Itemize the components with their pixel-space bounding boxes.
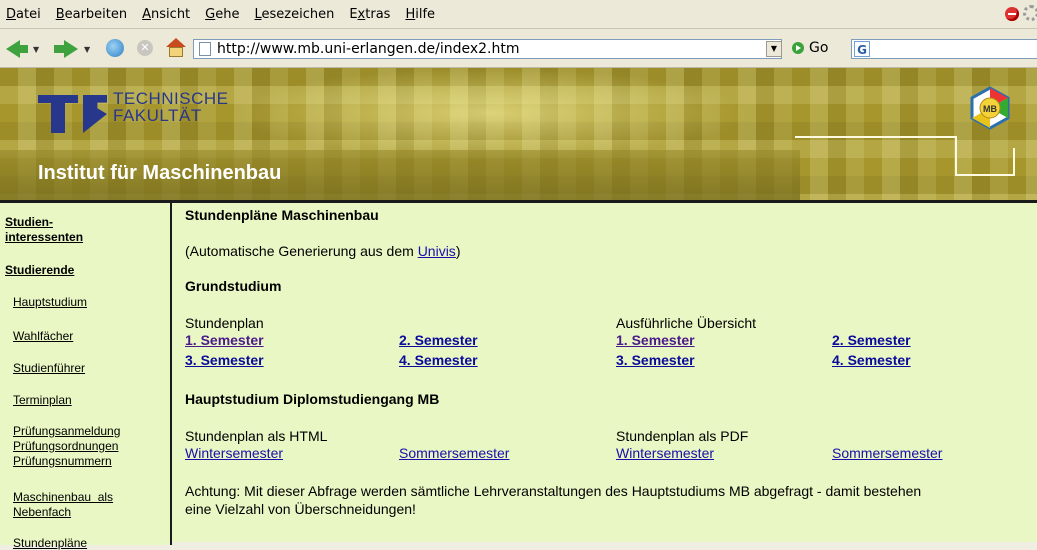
pdf-sommersemester-link[interactable]: Sommersemester [832,445,942,461]
sidebar-item-pruefungsnummern[interactable]: Prüfungsnummern [13,454,112,468]
address-dropdown-icon[interactable]: ▼ [766,41,782,57]
stundenplan-semester-4-link[interactable]: 4. Semester [399,352,478,368]
html-wintersemester-link[interactable]: Wintersemester [185,445,283,461]
uebersicht-label: Ausführliche Übersicht [616,315,757,331]
google-search-icon[interactable]: G [854,41,870,57]
sidebar-item-nebenfach-1[interactable]: Maschinenbau als [13,490,113,504]
uebersicht-semester-3-link[interactable]: 3. Semester [616,352,695,368]
hauptstudium-heading: Hauptstudium Diplomstudiengang MB [185,391,440,407]
address-bar[interactable]: http://www.mb.uni-erlangen.de/index2.htm [193,39,782,59]
banner-line [795,136,955,138]
navigation-toolbar: ▼ ▼ ✕ http://www.mb.uni-erlangen.de/inde… [0,29,1037,68]
grundstudium-heading: Grundstudium [185,278,282,294]
go-label: Go [809,40,829,56]
url-text[interactable]: http://www.mb.uni-erlangen.de/index2.htm [217,41,519,57]
generation-note-prefix: (Automatische Generierung aus dem [185,243,418,259]
sidebar-item-studieninteressenten-1[interactable]: Studien- [5,215,53,229]
search-box[interactable]: G [851,39,1037,59]
menu-datei[interactable]: Datei [0,7,50,22]
stundenplan-semester-3-link[interactable]: 3. Semester [185,352,264,368]
menu-lesezeichen[interactable]: Lesezeichen [248,7,343,22]
menu-bearbeiten[interactable]: Bearbeiten [50,7,136,22]
banner-line [955,174,1015,176]
menu-gehe[interactable]: Gehe [199,7,248,22]
page-title: Stundenpläne Maschinenbau [185,207,379,223]
logo-line-1: TECHNISCHE [113,89,229,108]
back-button[interactable] [18,45,28,53]
uebersicht-semester-1-link[interactable]: 1. Semester [616,332,695,348]
banner-line [955,136,957,176]
forward-dropdown-icon[interactable]: ▼ [84,45,90,54]
sidebar-item-studieninteressenten-2[interactable]: interessenten [5,230,83,244]
sidebar-item-wahlfaecher[interactable]: Wahlfächer [13,329,73,343]
menu-bar: Datei Bearbeiten Ansicht Gehe Lesezeiche… [0,0,1037,29]
sidebar-item-nebenfach-2[interactable]: Nebenfach [13,505,71,519]
overlap-warning-line-1: Achtung: Mit dieser Abfrage werden sämtl… [185,483,922,499]
forward-arrow-icon[interactable] [64,40,78,58]
reload-icon[interactable] [106,39,124,57]
menu-hilfe[interactable]: Hilfe [399,7,444,22]
faculty-logo-text: TECHNISCHE FAKULTÄT [113,90,229,124]
throbber-icon [1023,5,1037,21]
html-plan-label: Stundenplan als HTML [185,428,328,444]
sidebar-item-pruefungsanmeldung[interactable]: Prüfungsanmeldung [13,424,120,438]
error-status-icon [1005,7,1019,21]
banner-line [1013,148,1015,176]
stundenplan-label: Stundenplan [185,315,264,331]
stundenplan-semester-2-link[interactable]: 2. Semester [399,332,478,348]
page-icon [199,42,211,56]
pdf-wintersemester-link[interactable]: Wintersemester [616,445,714,461]
sidebar-item-pruefungsordnungen[interactable]: Prüfungsordnungen [13,439,118,453]
mb-badge-text: MB [983,104,997,114]
overlap-warning-line-2: eine Vielzahl von Überschneidungen! [185,501,416,517]
site-banner: TECHNISCHE FAKULTÄT Institut für Maschin… [0,68,1037,200]
banner-glow [230,68,750,158]
institute-title: Institut für Maschinenbau [38,162,282,184]
main-content: Stundenpläne Maschinenbau (Automatische … [184,203,1034,545]
back-dropdown-icon[interactable]: ▼ [33,45,39,54]
stop-icon[interactable]: ✕ [137,40,153,56]
univis-link[interactable]: Univis [418,243,456,259]
menu-extras[interactable]: Extras [343,7,399,22]
stundenplan-semester-1-link[interactable]: 1. Semester [185,332,264,348]
forward-button[interactable] [54,45,64,53]
pdf-plan-label: Stundenplan als PDF [616,428,749,444]
go-icon [792,42,804,54]
logo-line-2: FAKULTÄT [113,106,202,125]
home-icon[interactable] [166,38,186,57]
go-button[interactable]: Go [792,40,828,56]
sidebar: Studien- interessenten Studierende Haupt… [0,203,172,550]
sidebar-item-studierende[interactable]: Studierende [5,263,74,277]
sidebar-item-terminplan[interactable]: Terminplan [13,393,72,407]
tf-logo-icon[interactable] [38,95,108,135]
mb-hexagon-logo-icon[interactable]: MB [968,86,1012,130]
uebersicht-semester-2-link[interactable]: 2. Semester [832,332,911,348]
uebersicht-semester-4-link[interactable]: 4. Semester [832,352,911,368]
menu-ansicht[interactable]: Ansicht [136,7,199,22]
generation-note: (Automatische Generierung aus dem Univis… [185,243,460,259]
sidebar-item-stundenplaene[interactable]: Stundenpläne [13,536,87,550]
sidebar-item-hauptstudium[interactable]: Hauptstudium [13,295,87,309]
generation-note-suffix: ) [455,243,461,259]
content-area: Studien- interessenten Studierende Haupt… [0,200,1037,550]
html-sommersemester-link[interactable]: Sommersemester [399,445,509,461]
sidebar-item-studienfuehrer[interactable]: Studienführer [13,361,85,375]
